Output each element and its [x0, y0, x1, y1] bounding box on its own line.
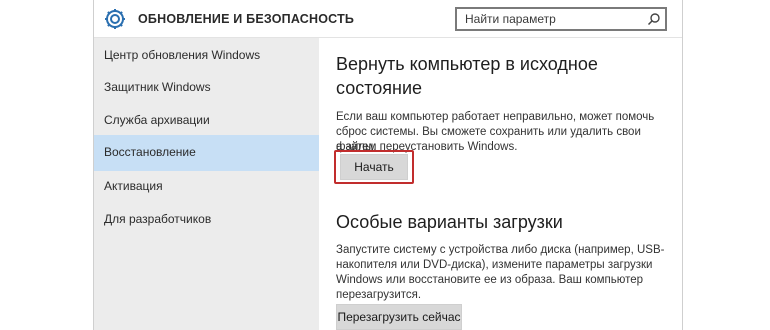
gear-icon	[105, 9, 125, 29]
restart-now-button[interactable]: Перезагрузить сейчас	[336, 304, 462, 330]
sidebar-item-label: Центр обновления Windows	[104, 48, 261, 62]
header: ОБНОВЛЕНИЕ И БЕЗОПАСНОСТЬ Найти параметр	[94, 0, 682, 38]
advanced-description-line4: перезагрузится.	[336, 289, 422, 301]
search-placeholder: Найти параметр	[465, 12, 556, 26]
sidebar-item-label: Защитник Windows	[104, 80, 211, 94]
sidebar-item-label: Служба архивации	[104, 113, 210, 127]
sidebar-item-label: Активация	[104, 179, 163, 193]
start-reset-button[interactable]: Начать	[340, 154, 408, 180]
advanced-description-line3: Windows или восстановите ее из образа. В…	[336, 274, 644, 286]
sidebar-item-windows-update[interactable]: Центр обновления Windows	[94, 38, 319, 74]
sidebar-item-activation[interactable]: Активация	[94, 169, 319, 205]
advanced-startup-heading: Особые варианты загрузки	[336, 212, 563, 232]
main-content: Вернуть компьютер в исходное состояние Е…	[319, 38, 682, 330]
reset-description-line1: Если ваш компьютер работает неправильно,…	[336, 111, 655, 123]
sidebar: Центр обновления Windows Защитник Window…	[94, 38, 319, 330]
page-title: ОБНОВЛЕНИЕ И БЕЗОПАСНОСТЬ	[138, 12, 355, 26]
reset-heading-line1: Вернуть компьютер в исходное	[336, 54, 598, 74]
search-input[interactable]: Найти параметр	[455, 7, 667, 31]
advanced-description-line1: Запустите систему с устройства либо диск…	[336, 244, 665, 256]
sidebar-item-defender[interactable]: Защитник Windows	[94, 70, 319, 106]
search-icon[interactable]	[647, 12, 661, 26]
sidebar-item-developers[interactable]: Для разработчиков	[94, 202, 319, 238]
sidebar-item-label: Восстановление	[104, 145, 196, 159]
settings-window: ОБНОВЛЕНИЕ И БЕЗОПАСНОСТЬ Найти параметр…	[93, 0, 683, 330]
start-button-highlight: Начать	[334, 150, 414, 184]
reset-heading-line2: состояние	[336, 78, 423, 98]
sidebar-item-backup[interactable]: Служба архивации	[94, 103, 319, 139]
sidebar-item-recovery[interactable]: Восстановление	[94, 135, 319, 171]
advanced-description-line2: накопителя или DVD-диска), измените пара…	[336, 259, 653, 271]
sidebar-item-label: Для разработчиков	[104, 212, 212, 226]
